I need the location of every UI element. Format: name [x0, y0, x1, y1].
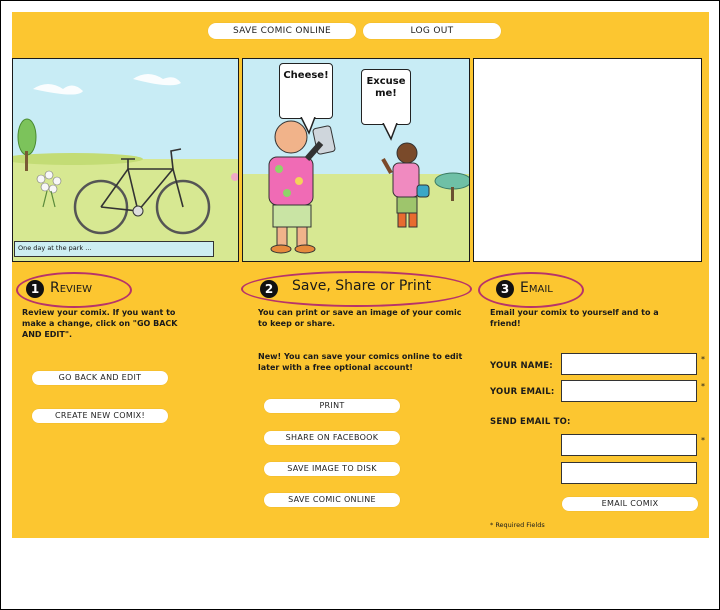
step-3-icon: 3	[496, 280, 514, 298]
comic-editor-stage: SAVE COMIC ONLINE LOG OUT One day at the…	[12, 12, 709, 538]
comic-panel-3[interactable]	[473, 58, 702, 262]
required-fields-note: * Required Fields	[490, 521, 545, 529]
review-heading: Review	[50, 280, 93, 296]
share-online-note: New! You can save your comics online to …	[258, 352, 463, 372]
email-heading: Email	[520, 280, 553, 296]
required-asterisk: *	[701, 382, 705, 391]
send-to-input-2[interactable]	[561, 462, 697, 484]
save-comic-online-button[interactable]: SAVE COMIC ONLINE	[264, 493, 400, 507]
share-on-facebook-button[interactable]: SHARE ON FACEBOOK	[264, 431, 400, 445]
step-2-icon: 2	[260, 280, 278, 298]
required-asterisk: *	[701, 436, 705, 445]
create-new-comix-button[interactable]: CREATE NEW COMIX!	[32, 409, 168, 423]
speech-bubble-left[interactable]: Cheese!	[279, 63, 333, 119]
send-to-input-1[interactable]	[561, 434, 697, 456]
comic-panel-1[interactable]: One day at the park ...	[12, 58, 239, 262]
comic-panel-2[interactable]: Cheese! Excuse me!	[242, 58, 470, 262]
characters-illustration	[243, 59, 469, 261]
save-comic-online-top-button[interactable]: SAVE COMIC ONLINE	[208, 23, 356, 39]
share-description: You can print or save an image of your c…	[258, 308, 462, 328]
your-email-input[interactable]	[561, 380, 697, 402]
review-description: Review your comix. If you want to make a…	[22, 308, 178, 339]
email-description: Email your comix to yourself and to a fr…	[490, 308, 659, 328]
park-scene-illustration	[13, 59, 238, 261]
your-email-label: YOUR EMAIL:	[490, 387, 555, 397]
save-image-to-disk-button[interactable]: SAVE IMAGE TO DISK	[264, 462, 400, 476]
go-back-and-edit-button[interactable]: GO BACK AND EDIT	[32, 371, 168, 385]
step-1-icon: 1	[26, 280, 44, 298]
share-heading: Save, Share or Print	[292, 278, 432, 294]
bubble-tail-right	[382, 123, 398, 141]
log-out-button[interactable]: LOG OUT	[363, 23, 501, 39]
bubble-tail-left	[300, 117, 316, 135]
print-button[interactable]: PRINT	[264, 399, 400, 413]
panel-caption[interactable]: One day at the park ...	[14, 241, 214, 257]
send-email-to-label: SEND EMAIL TO:	[490, 417, 571, 427]
required-asterisk: *	[701, 355, 705, 364]
your-name-input[interactable]	[561, 353, 697, 375]
speech-bubble-right[interactable]: Excuse me!	[361, 69, 411, 125]
email-comix-button[interactable]: EMAIL COMIX	[562, 497, 698, 511]
your-name-label: YOUR NAME:	[490, 361, 553, 371]
